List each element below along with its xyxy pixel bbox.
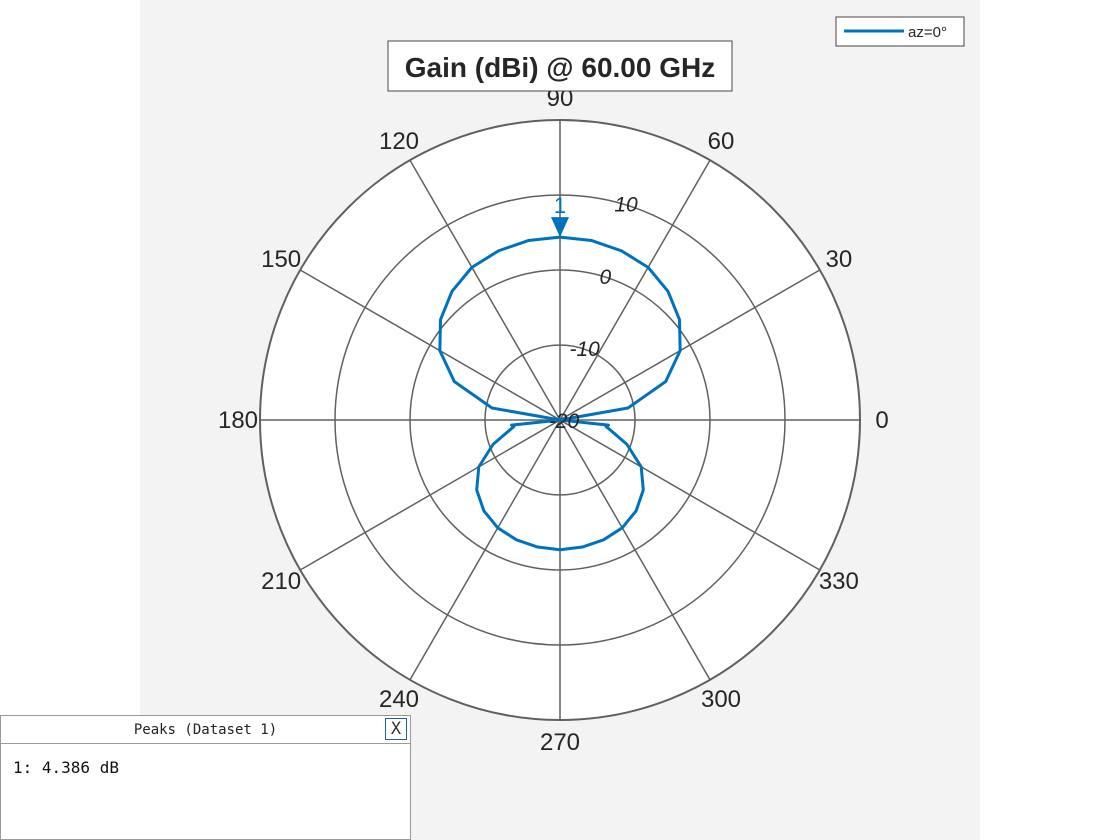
angle-tick-label: 210 bbox=[261, 568, 301, 595]
angle-tick-label: 330 bbox=[819, 568, 859, 595]
peaks-panel-title: Peaks (Dataset 1) bbox=[133, 722, 278, 738]
close-button[interactable]: X bbox=[385, 718, 407, 740]
angle-tick-label: 180 bbox=[218, 407, 258, 434]
legend[interactable]: az=0° bbox=[835, 16, 965, 47]
peak-marker-label: 1 bbox=[554, 193, 566, 218]
radial-tick-label: -20 bbox=[549, 410, 580, 433]
legend-entry-label: az=0° bbox=[908, 24, 947, 41]
polar-chart[interactable]: 1 0306090120150180210240270300330-20-100… bbox=[140, 0, 980, 840]
angle-tick-label: 60 bbox=[708, 128, 735, 155]
radial-tick-label: 0 bbox=[600, 266, 612, 289]
angle-tick-label: 300 bbox=[701, 686, 741, 713]
chart-title-box: Gain (dBi) @ 60.00 GHz bbox=[387, 40, 733, 92]
angle-tick-label: 30 bbox=[826, 246, 853, 273]
angle-tick-label: 0 bbox=[875, 407, 888, 434]
peaks-panel-header: Peaks (Dataset 1) bbox=[1, 716, 410, 744]
chart-title: Gain (dBi) @ 60.00 GHz bbox=[405, 52, 715, 83]
angle-tick-label: 150 bbox=[261, 246, 301, 273]
peak-entry: 1: 4.386 dB bbox=[13, 758, 119, 777]
radial-tick-label: -10 bbox=[569, 338, 600, 361]
angle-tick-label: 270 bbox=[540, 729, 580, 756]
angle-tick-label: 240 bbox=[379, 686, 419, 713]
radial-tick-label: 10 bbox=[614, 194, 638, 217]
plot-panel: 1 0 30 60 90 120 150 180 210 240 270 300 330 -20 -10 0… bbox=[140, 0, 980, 840]
peaks-panel: Peaks (Dataset 1) X 1: 4.386 dB bbox=[0, 715, 411, 840]
angle-tick-label: 120 bbox=[379, 128, 419, 155]
